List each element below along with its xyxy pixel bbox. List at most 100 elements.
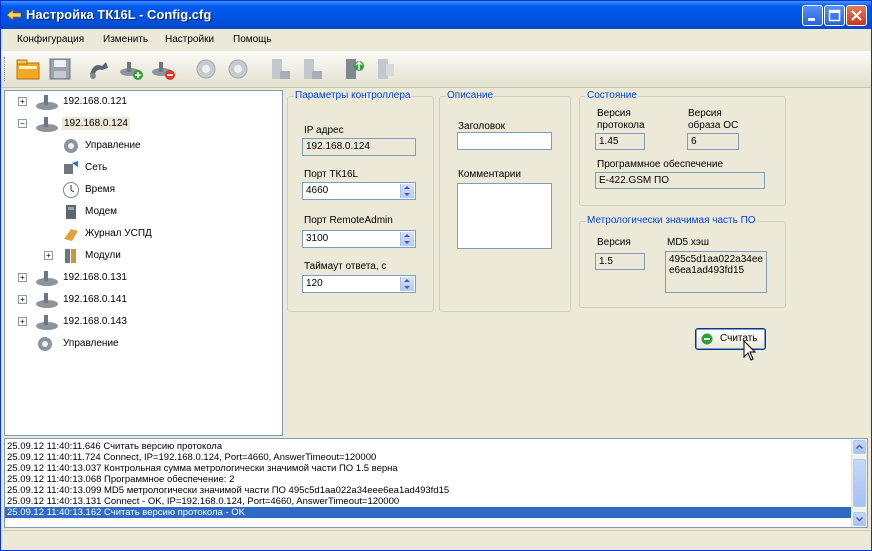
collapse-icon[interactable]: −	[18, 119, 27, 128]
expand-icon[interactable]: +	[18, 97, 27, 106]
modem-icon	[66, 205, 76, 219]
log-line: 25.09.12 11:40:13.068 Программное обеспе…	[7, 474, 235, 485]
tree-item-device[interactable]: + 192.168.0.141	[5, 291, 280, 309]
tree-item-label: 192.168.0.141	[63, 294, 127, 305]
expand-icon[interactable]: +	[18, 317, 27, 326]
clock-icon	[63, 182, 79, 198]
spin-arrows-icon[interactable]	[400, 232, 414, 246]
open-icon	[16, 59, 40, 80]
header-input[interactable]	[457, 132, 552, 150]
tree-item-label: 192.168.0.124	[62, 117, 130, 130]
chevron-up-icon	[855, 444, 864, 450]
description-group: Описание Заголовок Комментарии	[439, 90, 571, 312]
tree-item-device[interactable]: + 192.168.0.131	[5, 269, 280, 287]
toolbar-grip[interactable]	[4, 57, 8, 81]
timeout-stepper[interactable]: 120	[302, 275, 416, 293]
scroll-thumb[interactable]	[853, 459, 866, 507]
window-title: Настройка ТК16L - Config.cfg	[26, 7, 212, 22]
proto-version-label: Версия протокола	[597, 108, 645, 131]
save-button[interactable]	[47, 56, 73, 82]
menu-configuration[interactable]: Конфигурация	[17, 34, 84, 45]
download-button[interactable]	[373, 56, 399, 82]
port-stepper[interactable]: 4660	[302, 182, 416, 200]
device-tree[interactable]: + 192.168.0.121 − 192.168.0.124 Управлен…	[4, 90, 283, 436]
group-title: Параметры контроллера	[294, 90, 412, 101]
tree-item-modules[interactable]: + Модули	[5, 247, 280, 265]
tree-item-control-root[interactable]: Управление	[5, 335, 280, 353]
settings-gear-button[interactable]	[193, 56, 219, 82]
tree-item-journal[interactable]: Журнал УСПД	[5, 225, 280, 243]
tree-item-network[interactable]: Сеть	[5, 159, 280, 177]
copy-button[interactable]	[267, 56, 293, 82]
expand-icon[interactable]: +	[44, 251, 53, 260]
log-line: 25.09.12 11:40:13.099 MD5 метрологически…	[7, 485, 450, 496]
settings-gear-icon	[196, 59, 216, 79]
device-icon	[36, 117, 58, 132]
ip-label: IP адрес	[304, 125, 344, 136]
tree-item-control[interactable]: Управление	[5, 137, 280, 155]
log-line: 25.09.12 11:40:13.037 Контрольная сумма …	[7, 463, 398, 474]
remove-device-icon	[152, 62, 175, 80]
port-value: 4660	[306, 185, 329, 196]
upload-button[interactable]	[341, 56, 367, 82]
tree-item-device[interactable]: + 192.168.0.143	[5, 313, 280, 331]
remote-port-stepper[interactable]: 3100	[302, 230, 416, 248]
app-window: Настройка ТК16L - Config.cfg Конфигураци…	[0, 0, 872, 551]
tree-item-label: Журнал УСПД	[85, 228, 152, 239]
spin-arrows-icon[interactable]	[400, 277, 414, 291]
tree-item-device[interactable]: + 192.168.0.121	[5, 93, 280, 111]
connect-button[interactable]	[86, 56, 112, 82]
md5-field[interactable]: 495c5d1aa022a34eee6ea1ad493fd15	[665, 251, 767, 293]
mouse-cursor-icon	[743, 340, 757, 361]
menu-settings[interactable]: Настройки	[165, 34, 214, 45]
control-icon	[38, 337, 52, 351]
software-field[interactable]: E-422.GSM ПО	[595, 172, 765, 189]
tree-item-modem[interactable]: Модем	[5, 203, 280, 221]
upload-icon	[346, 59, 364, 79]
expand-icon[interactable]: +	[18, 295, 27, 304]
tree-item-label: 192.168.0.121	[63, 96, 127, 107]
spin-arrows-icon[interactable]	[400, 184, 414, 198]
tree-item-label: Сеть	[85, 162, 108, 173]
refresh-icon	[701, 333, 713, 345]
journal-icon	[64, 229, 78, 241]
remove-device-button[interactable]	[150, 56, 176, 82]
tree-item-label: Управление	[63, 338, 119, 349]
minimize-icon	[808, 18, 815, 21]
menu-help[interactable]: Помощь	[233, 34, 272, 45]
minimize-button[interactable]	[802, 5, 823, 26]
tree-item-time[interactable]: Время	[5, 181, 280, 199]
expand-icon[interactable]: +	[18, 273, 27, 282]
scroll-down-button[interactable]	[853, 512, 866, 526]
proto-version-field[interactable]: 1.45	[595, 133, 645, 150]
metrology-group: Метрологически значимая часть ПО Версия …	[579, 215, 786, 308]
timeout-label: Таймаут ответа, с	[304, 261, 387, 272]
title-bar[interactable]: Настройка ТК16L - Config.cfg	[1, 1, 871, 29]
paste-button[interactable]	[299, 56, 325, 82]
maximize-button[interactable]	[824, 5, 845, 26]
open-button[interactable]	[15, 56, 41, 82]
group-title: Описание	[446, 90, 495, 101]
remote-port-label: Порт RemoteAdmin	[304, 215, 393, 226]
copy-icon	[272, 59, 290, 79]
tree-item-device-selected[interactable]: − 192.168.0.124	[5, 115, 280, 133]
menu-edit[interactable]: Изменить	[103, 34, 148, 45]
scroll-up-button[interactable]	[853, 440, 866, 454]
log-scrollbar[interactable]	[851, 439, 867, 527]
settings-gear-2-button[interactable]	[225, 56, 251, 82]
remote-port-value: 3100	[306, 233, 329, 244]
md5-label: MD5 хэш	[667, 237, 710, 248]
ip-field[interactable]: 192.168.0.124	[302, 138, 416, 156]
comments-textarea[interactable]	[457, 183, 552, 249]
connect-icon	[90, 62, 108, 79]
log-list[interactable]: 25.09.12 11:40:11.646 Считать версию про…	[4, 438, 868, 528]
os-version-field[interactable]: 6	[687, 133, 739, 150]
software-label: Программное обеспечение	[597, 159, 724, 170]
close-button[interactable]	[846, 5, 867, 26]
timeout-value: 120	[306, 278, 323, 289]
metrology-version-field[interactable]: 1.5	[595, 253, 645, 270]
close-icon	[851, 10, 862, 21]
add-device-icon	[120, 62, 143, 80]
add-device-button[interactable]	[118, 56, 144, 82]
header-label: Заголовок	[458, 121, 506, 132]
